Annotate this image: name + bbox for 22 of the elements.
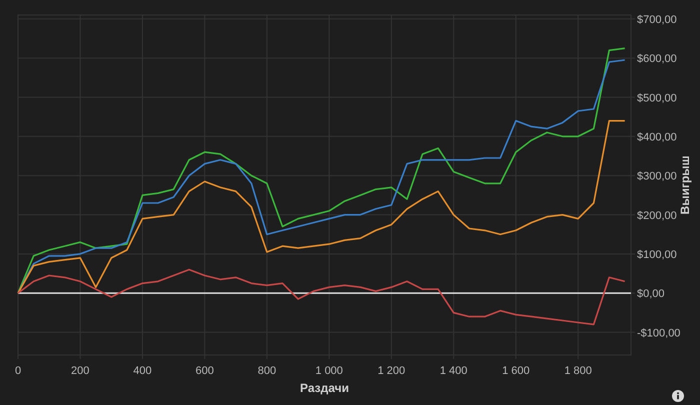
x-tick-label: 0 xyxy=(14,365,22,377)
y-tick-label: $100,00 xyxy=(637,248,677,261)
y-tick-label: $400,00 xyxy=(637,131,677,144)
y-tick-label: $0,00 xyxy=(637,288,665,300)
y-tick-label: $600,00 xyxy=(637,53,677,66)
x-axis-title: Раздачи xyxy=(300,381,349,395)
x-tick-label: 1 000 xyxy=(315,365,343,377)
y-tick-label: $500,00 xyxy=(637,92,677,104)
x-tick-label: 600 xyxy=(196,365,214,377)
x-tick-label: 1 400 xyxy=(440,365,468,377)
x-tick-label: 400 xyxy=(133,365,152,377)
x-tick-label: 800 xyxy=(258,365,276,377)
y-tick-label: $700,00 xyxy=(637,14,677,26)
y-axis-title: Выигрыш xyxy=(678,156,692,214)
x-tick-label: 200 xyxy=(71,365,90,377)
y-tick-label: $200,00 xyxy=(637,210,677,222)
y-tick-label: $300,00 xyxy=(637,170,677,183)
info-icon[interactable] xyxy=(672,390,684,402)
x-tick-label: 1 800 xyxy=(564,365,592,377)
x-tick-label: 1 200 xyxy=(378,365,406,377)
y-tick-label: -$100,00 xyxy=(637,327,680,340)
x-tick-label: 1 600 xyxy=(502,365,530,377)
